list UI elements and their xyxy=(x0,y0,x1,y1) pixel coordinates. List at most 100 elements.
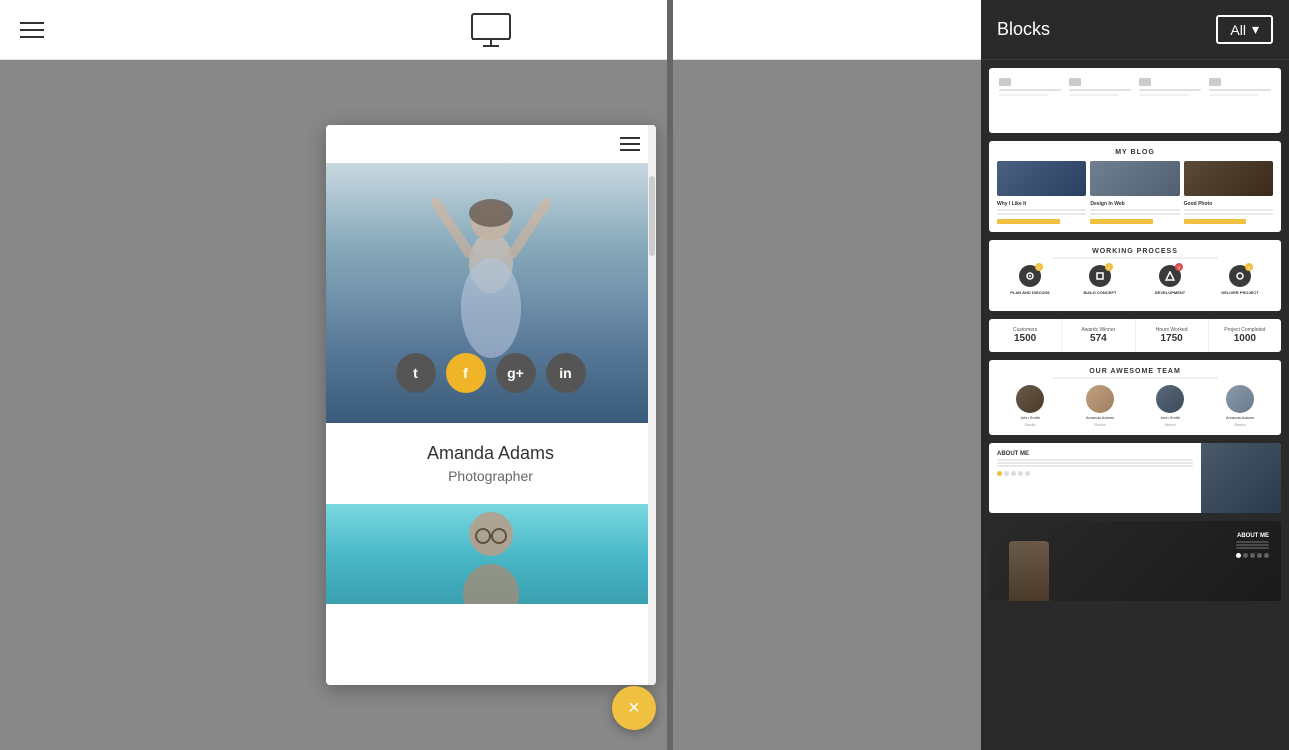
top-bar xyxy=(0,0,981,60)
hamburger-menu-icon[interactable] xyxy=(20,22,44,38)
wp-label-4: DELIVER PROJECT xyxy=(1221,290,1258,295)
stats-num-4: 1000 xyxy=(1213,333,1277,344)
team-members: John Smith Studio Amanda Adams Senior Jo… xyxy=(997,385,1273,427)
stats-num-3: 1750 xyxy=(1140,333,1204,344)
dot-1 xyxy=(997,471,1002,476)
block-col-1 xyxy=(999,78,1061,123)
dark-dot-3 xyxy=(1250,553,1255,558)
about-line xyxy=(997,465,1193,467)
blocks-panel-header: Blocks All ▾ xyxy=(981,0,1289,60)
block-card-blog[interactable]: MY BLOG Why I Like It Design In Web xyxy=(989,141,1281,232)
linkedin-social-btn[interactable]: in xyxy=(546,353,586,393)
profile-name: Amanda Adams xyxy=(346,443,636,464)
block-card-plan-discuss[interactable] xyxy=(989,68,1281,133)
block-card-team[interactable]: OUR AWESOME TEAM John Smith Studio Amand… xyxy=(989,360,1281,435)
frame-scrollbar[interactable] xyxy=(648,125,656,685)
panel-resize-handle[interactable] xyxy=(667,0,673,750)
dark-dot-2 xyxy=(1243,553,1248,558)
blocks-panel-title: Blocks xyxy=(997,19,1050,40)
team-role-4: Senior xyxy=(1234,422,1246,427)
profile-title: Photographer xyxy=(346,468,636,484)
blog-line xyxy=(997,209,1086,211)
about-split-right-img xyxy=(1201,443,1281,513)
about-split-left: ABOUT ME xyxy=(989,443,1201,513)
team-member-2: Amanda Adams Senior xyxy=(1067,385,1133,427)
team-member-1: John Smith Studio xyxy=(997,385,1063,427)
wp-circle-2: 2 xyxy=(1089,265,1111,287)
blog-btn-1 xyxy=(997,219,1060,224)
block-card-about-split[interactable]: ABOUT ME xyxy=(989,443,1281,513)
about-dots xyxy=(997,471,1193,476)
team-avatar-4 xyxy=(1226,385,1254,413)
block-col-4 xyxy=(1209,78,1271,123)
block-line-sm xyxy=(999,94,1049,96)
twitter-social-btn[interactable]: t xyxy=(396,353,436,393)
blog-line xyxy=(1090,209,1179,211)
facebook-social-btn[interactable]: f xyxy=(446,353,486,393)
about-dark-line xyxy=(1236,541,1269,543)
team-member-3: John Smith Senior xyxy=(1137,385,1203,427)
build-icon xyxy=(1069,78,1081,86)
stats-num-1: 1500 xyxy=(993,333,1057,344)
stats-col-2: Awards Winner 574 xyxy=(1062,319,1135,352)
blog-btn-2 xyxy=(1090,219,1153,224)
block-col-2 xyxy=(1069,78,1131,123)
blog-subtitle-3: Good Photo xyxy=(1184,201,1273,207)
about-dark-line xyxy=(1236,544,1269,546)
wp-label-2: BUILD CONCEPT xyxy=(1084,290,1117,295)
team-avatar-3 xyxy=(1156,385,1184,413)
monitor-icon xyxy=(471,13,511,47)
blog-line xyxy=(997,213,1086,215)
team-role-1: Studio xyxy=(1024,422,1035,427)
blog-col-2: Design In Web xyxy=(1090,201,1179,224)
dot-2 xyxy=(1004,471,1009,476)
profile-section: Amanda Adams Photographer xyxy=(326,423,656,504)
dark-dot-5 xyxy=(1264,553,1269,558)
blog-line xyxy=(1184,209,1273,211)
wp-circle-3: 3 xyxy=(1159,265,1181,287)
block-line xyxy=(1139,89,1201,91)
team-name-1: John Smith xyxy=(1020,415,1040,420)
close-fab-button[interactable]: × xyxy=(612,686,656,730)
block-card-stats[interactable]: Customers 1500 Awards Winner 574 Hours W… xyxy=(989,319,1281,352)
team-role-3: Senior xyxy=(1164,422,1176,427)
about-dark-line xyxy=(1236,547,1269,549)
mobile-nav xyxy=(326,125,656,163)
blocks-list: MY BLOG Why I Like It Design In Web xyxy=(981,60,1289,750)
googleplus-social-btn[interactable]: g+ xyxy=(496,353,536,393)
blog-img-1 xyxy=(997,161,1086,196)
social-icons-row: t f g+ in xyxy=(396,353,586,393)
person-preview-bg xyxy=(326,504,656,604)
team-member-4: Amanda Adams Senior xyxy=(1207,385,1273,427)
blog-block-title: MY BLOG xyxy=(997,149,1273,156)
block-card-about-dark[interactable]: ABOUT ME xyxy=(989,521,1281,601)
team-name-4: Amanda Adams xyxy=(1226,415,1254,420)
team-name-3: John Smith xyxy=(1160,415,1180,420)
blocks-filter-dropdown[interactable]: All ▾ xyxy=(1216,15,1273,44)
canvas-area: t f g+ in Amanda Adams Photographer xyxy=(0,60,981,750)
mobile-hamburger-icon xyxy=(620,137,640,151)
wp-badge-3: 3 xyxy=(1175,263,1183,271)
about-dark-dots xyxy=(1236,553,1269,558)
team-subtitle-line xyxy=(1052,377,1218,379)
dev-icon xyxy=(1139,78,1151,86)
working-process-icons: 1 PLAN AND DISCUSS 2 BUILD CONCEPT xyxy=(997,265,1273,303)
wp-circle-1: 1 xyxy=(1019,265,1041,287)
hero-image: t f g+ in xyxy=(326,163,656,423)
team-role-2: Senior xyxy=(1094,422,1106,427)
blog-col-3: Good Photo xyxy=(1184,201,1273,224)
second-card-preview xyxy=(326,504,656,604)
blog-images-row xyxy=(997,161,1273,196)
team-avatar-1 xyxy=(1016,385,1044,413)
plan-icon xyxy=(999,78,1011,86)
block-line-sm xyxy=(1139,94,1189,96)
working-process-title: WORKING PROCESS xyxy=(997,248,1273,255)
about-line xyxy=(997,459,1193,461)
about-dark-text: ABOUT ME xyxy=(1236,533,1269,558)
block-card-working-process[interactable]: WORKING PROCESS 1 PLAN AND DISCUSS xyxy=(989,240,1281,311)
block-line-sm xyxy=(1209,94,1259,96)
about-split-title: ABOUT ME xyxy=(997,451,1193,457)
block-line-sm xyxy=(1069,94,1119,96)
wp-label-3: DEVELOPMENT xyxy=(1155,290,1185,295)
dot-5 xyxy=(1025,471,1030,476)
